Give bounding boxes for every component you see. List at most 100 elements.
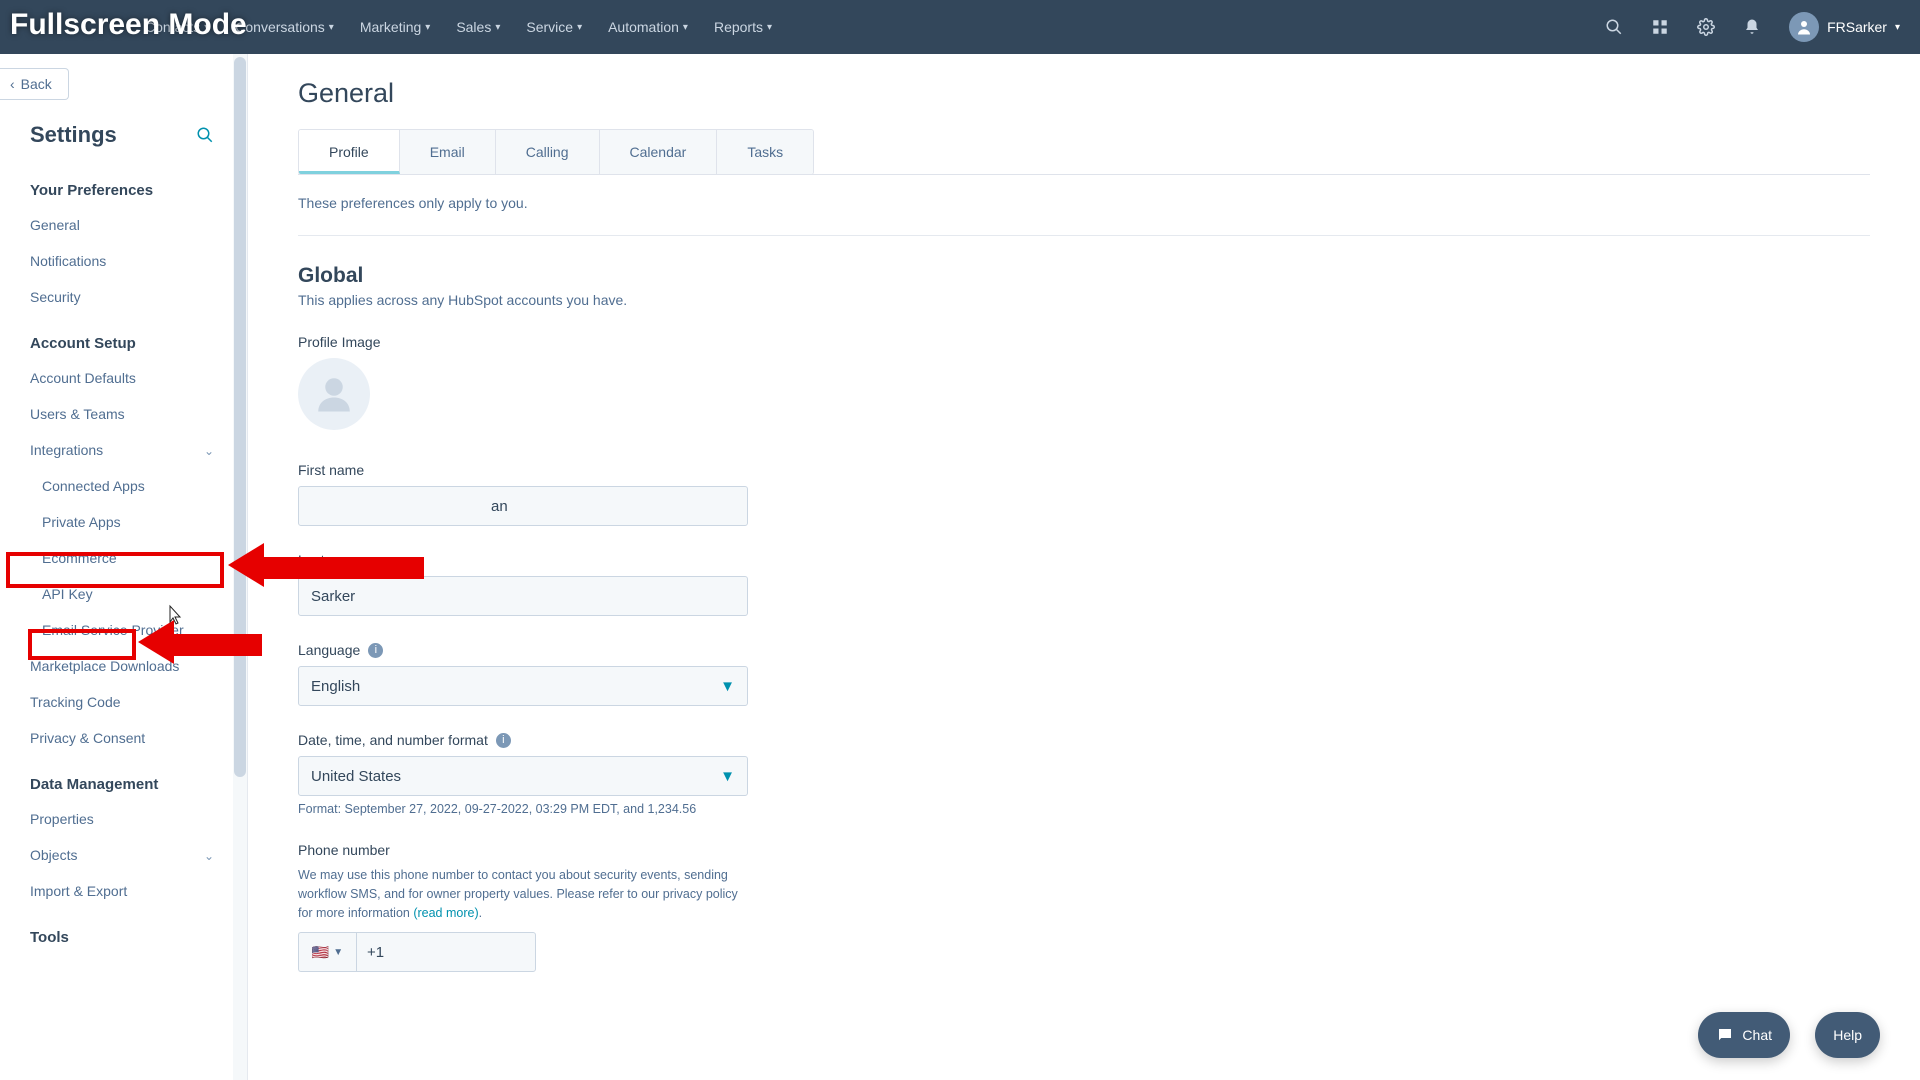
settings-title: Settings [30, 122, 117, 148]
gear-icon[interactable] [1697, 18, 1715, 36]
nav-conversations[interactable]: Conversations ▾ [235, 19, 334, 35]
chevron-down-icon: ▾ [1895, 22, 1900, 33]
chat-widget[interactable]: Chat [1698, 1012, 1790, 1058]
divider [298, 235, 1870, 236]
phone-input[interactable]: +1 [356, 932, 536, 972]
nav-automation[interactable]: Automation ▾ [608, 19, 688, 35]
nav-label: Conversations [235, 19, 325, 35]
format-example: Format: September 27, 2022, 09-27-2022, … [298, 802, 1870, 816]
info-icon[interactable]: i [368, 643, 383, 658]
sidebar-item-integrations[interactable]: Integrations ⌄ [0, 432, 234, 468]
search-icon[interactable] [1605, 18, 1623, 36]
sidebar-item-import-export[interactable]: Import & Export [0, 873, 234, 909]
sidebar-item-notifications[interactable]: Notifications [0, 243, 234, 279]
global-subtext: This applies across any HubSpot accounts… [298, 292, 1870, 308]
chevron-down-icon: ⌄ [204, 849, 214, 863]
search-icon[interactable] [196, 126, 214, 144]
user-menu[interactable]: FRSarker ▾ [1789, 12, 1900, 42]
sidebar-item-users-teams[interactable]: Users & Teams [0, 396, 234, 432]
last-name-input[interactable]: Sarker [298, 576, 748, 616]
chat-icon [1716, 1026, 1734, 1044]
language-select[interactable]: English ▼ [298, 666, 748, 706]
marketplace-icon[interactable] [1651, 18, 1669, 36]
widget-label: Help [1833, 1027, 1862, 1043]
sidebar-item-label: Integrations [30, 442, 103, 458]
account-header: Account Setup [0, 315, 234, 360]
avatar [1789, 12, 1819, 42]
profile-avatar[interactable] [298, 358, 370, 430]
sidebar-item-connected-apps[interactable]: Connected Apps [0, 468, 234, 504]
profile-image-label: Profile Image [298, 334, 1870, 350]
chevron-down-icon: ▾ [329, 22, 334, 33]
read-more-link[interactable]: (read more) [413, 906, 478, 920]
prefs-note: These preferences only apply to you. [298, 195, 1870, 211]
tools-header: Tools [0, 909, 234, 954]
bell-icon[interactable] [1743, 18, 1761, 36]
caret-down-icon: ▼ [720, 678, 735, 695]
sidebar-item-objects[interactable]: Objects ⌄ [0, 837, 234, 873]
chevron-down-icon: ▾ [204, 22, 209, 33]
back-button[interactable]: ‹ Back [0, 68, 69, 100]
chevron-down-icon: ▾ [425, 22, 430, 33]
chevron-down-icon: ▾ [577, 22, 582, 33]
sidebar-item-security[interactable]: Security [0, 279, 234, 315]
chevron-down-icon: ▾ [683, 22, 688, 33]
prefs-header: Your Preferences [0, 162, 234, 207]
input-value: +1 [367, 944, 384, 961]
sidebar-item-privacy-consent[interactable]: Privacy & Consent [0, 720, 234, 756]
tab-calling[interactable]: Calling [496, 130, 600, 174]
nav-label: Marketing [360, 19, 421, 35]
sidebar-item-properties[interactable]: Properties [0, 801, 234, 837]
sidebar-item-tracking-code[interactable]: Tracking Code [0, 684, 234, 720]
tab-calendar[interactable]: Calendar [600, 130, 718, 174]
nav-marketing[interactable]: Marketing ▾ [360, 19, 431, 35]
chevron-down-icon: ⌄ [204, 444, 214, 458]
nav-label: Contacts [145, 19, 200, 35]
language-label: Language [298, 642, 360, 658]
back-label: Back [21, 76, 52, 92]
info-icon[interactable]: i [496, 733, 511, 748]
sidebar-item-account-defaults[interactable]: Account Defaults [0, 360, 234, 396]
help-widget[interactable]: Help [1815, 1012, 1880, 1058]
widget-label: Chat [1742, 1027, 1772, 1043]
nav-sales[interactable]: Sales ▾ [456, 19, 500, 35]
chevron-left-icon: ‹ [10, 76, 15, 92]
sidebar-item-ecommerce[interactable]: Ecommerce [0, 540, 234, 576]
scrollbar-thumb[interactable] [234, 57, 246, 777]
phone-label: Phone number [298, 842, 1870, 858]
nav-contacts[interactable]: Contacts ▾ [145, 19, 209, 35]
nav-label: Sales [456, 19, 491, 35]
page-title: General [298, 78, 1870, 109]
sidebar-item-email-service-provider[interactable]: Email Service Provider [0, 612, 234, 648]
last-name-label: Last name [298, 552, 1870, 568]
data-mgmt-header: Data Management [0, 756, 234, 801]
input-value: Sarker [311, 588, 355, 605]
nav-service[interactable]: Service▾ [526, 19, 582, 35]
chevron-down-icon: ▾ [767, 22, 772, 33]
nav-reports[interactable]: Reports▾ [714, 19, 772, 35]
sidebar-item-marketplace-downloads[interactable]: Marketplace Downloads [0, 648, 234, 684]
divider [298, 174, 1870, 175]
date-format-select[interactable]: United States ▼ [298, 756, 748, 796]
caret-down-icon: ▼ [720, 768, 735, 785]
user-name: FRSarker [1827, 19, 1887, 35]
tab-profile[interactable]: Profile [299, 130, 400, 174]
caret-down-icon: ▼ [333, 947, 343, 958]
chevron-down-icon: ▾ [495, 22, 500, 33]
sidebar-item-private-apps[interactable]: Private Apps [0, 504, 234, 540]
sidebar-item-label: Objects [30, 847, 77, 863]
global-heading: Global [298, 264, 1870, 288]
input-value: an [311, 498, 508, 515]
nav-label: Automation [608, 19, 679, 35]
first-name-input[interactable]: an [298, 486, 748, 526]
date-format-label: Date, time, and number format [298, 732, 488, 748]
phone-country-select[interactable]: 🇺🇸 ▼ [298, 932, 356, 972]
select-value: United States [311, 768, 401, 785]
phone-description: We may use this phone number to contact … [298, 866, 748, 922]
tab-bar: Profile Email Calling Calendar Tasks [298, 129, 814, 175]
scrollbar-track[interactable] [233, 54, 247, 1080]
tab-tasks[interactable]: Tasks [717, 130, 813, 174]
sidebar-item-general[interactable]: General [0, 207, 234, 243]
sidebar-item-api-key[interactable]: API Key [0, 576, 234, 612]
tab-email[interactable]: Email [400, 130, 496, 174]
